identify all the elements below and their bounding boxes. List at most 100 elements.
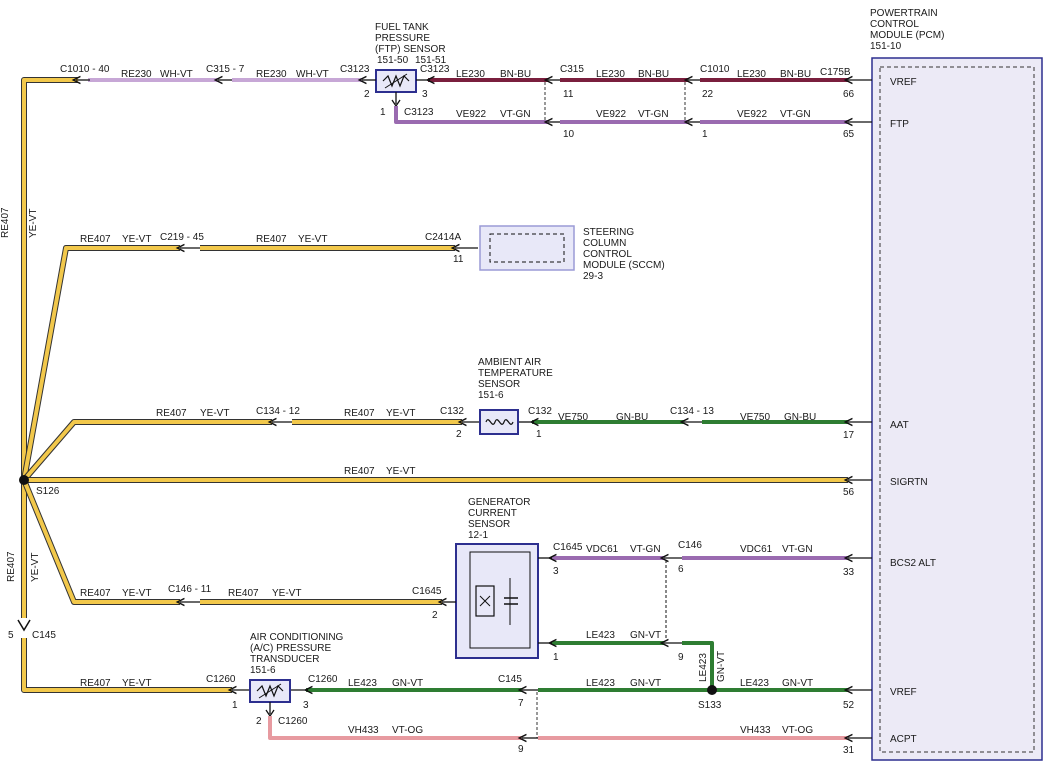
sccm-title-5: 29-3 bbox=[583, 271, 603, 282]
pin-number: 1 bbox=[702, 129, 708, 140]
pin-number: 3 bbox=[553, 566, 559, 577]
splice-s133-label: S133 bbox=[698, 700, 722, 711]
wire-circuit: LE230 bbox=[456, 69, 485, 80]
wire-color: YE-VT bbox=[122, 234, 151, 245]
row-vref-top: C1010 - 40 C315 - 7 C3123 C3123 C315 C10… bbox=[60, 64, 872, 100]
pin-number: 6 bbox=[678, 564, 684, 575]
trunk-upper-circuit: RE407 bbox=[0, 207, 11, 238]
pcm-pin-number: 56 bbox=[843, 487, 855, 498]
wire-color: YE-VT bbox=[122, 588, 151, 599]
wire-color: YE-VT bbox=[200, 408, 229, 419]
pcm-pin-number: 17 bbox=[843, 430, 855, 441]
sccm-title-3: CONTROL bbox=[583, 249, 632, 260]
wire-circuit: VE750 bbox=[558, 412, 588, 423]
wire-circuit: RE407 bbox=[344, 466, 375, 477]
pin-number: 2 bbox=[432, 610, 438, 621]
pin-number: 2 bbox=[364, 89, 370, 100]
trunk-lower-circuit: RE407 bbox=[6, 551, 17, 582]
wire-circuit: RE407 bbox=[344, 408, 375, 419]
row-ftp: C3123 1 10 1 VE922 VT-GN VE922 VT-GN VE9… bbox=[380, 106, 872, 140]
connector-label: C2414A bbox=[425, 232, 461, 243]
ftp-title-2: PRESSURE bbox=[375, 33, 430, 44]
pin-number: 9 bbox=[518, 744, 524, 755]
gcs-title-2: CURRENT bbox=[468, 508, 517, 519]
wire-color: GN-VT bbox=[392, 678, 423, 689]
ftp-ref-2: 151-51 bbox=[415, 55, 447, 66]
row-acpt: 2 C1260 VH433 VT-OG VH433 VT-OG 9 bbox=[256, 716, 872, 755]
wire-circuit: RE230 bbox=[121, 69, 152, 80]
wire-circuit: LE423 bbox=[586, 678, 615, 689]
pin-number: 22 bbox=[702, 89, 714, 100]
acp-title-2: (A/C) PRESSURE bbox=[250, 643, 331, 654]
pin-number: 1 bbox=[232, 700, 238, 711]
pin-number: 2 bbox=[256, 716, 262, 727]
wire-color: BN-BU bbox=[500, 69, 531, 80]
wire-color: WH-VT bbox=[296, 69, 329, 80]
wire-circuit: LE423 bbox=[740, 678, 769, 689]
pin-number: 2 bbox=[456, 429, 462, 440]
pin-number: 3 bbox=[422, 89, 428, 100]
wire-color: VT-OG bbox=[782, 725, 813, 736]
wire-color: GN-VT bbox=[630, 678, 661, 689]
pin-number: 3 bbox=[303, 700, 309, 711]
wire-circuit: VE922 bbox=[596, 109, 626, 120]
ftp-sensor: FUEL TANK PRESSURE (FTP) SENSOR 151-50 1… bbox=[375, 22, 447, 108]
splice-s133-dot bbox=[707, 685, 717, 695]
connector-label: C132 bbox=[440, 406, 464, 417]
pin-number: 11 bbox=[563, 89, 574, 100]
connector-label: C1645 bbox=[412, 586, 442, 597]
pcm-pin-vref-top: VREF bbox=[890, 77, 917, 88]
gcs-title-4: 12-1 bbox=[468, 530, 488, 541]
sccm-title-4: MODULE (SCCM) bbox=[583, 260, 665, 271]
connector-label: C1010 bbox=[700, 64, 730, 75]
wiring-diagram: POWERTRAIN CONTROL MODULE (PCM) 151-10 V… bbox=[0, 8, 1043, 761]
splice-s126-dot bbox=[19, 475, 29, 485]
wire-circuit: LE230 bbox=[596, 69, 625, 80]
wire-circuit: LE423 bbox=[698, 653, 709, 682]
connector-label: C134 - 13 bbox=[670, 406, 714, 417]
ftp-title-3: (FTP) SENSOR bbox=[375, 44, 446, 55]
wire-color: VT-GN bbox=[630, 544, 661, 555]
pcm-pin-bcs2alt: BCS2 ALT bbox=[890, 558, 936, 569]
aat-title-2: TEMPERATURE bbox=[478, 368, 553, 379]
wire-color: GN-VT bbox=[716, 651, 727, 682]
wire-color: VT-GN bbox=[780, 109, 811, 120]
trunk-lower-color: YE-VT bbox=[30, 553, 41, 582]
acp-title-4: 151-6 bbox=[250, 665, 276, 676]
pcm-pin-number: 31 bbox=[843, 745, 855, 756]
gcs-title-1: GENERATOR bbox=[468, 497, 530, 508]
pcm-pin-number: 33 bbox=[843, 567, 855, 578]
wire-circuit: RE407 bbox=[228, 588, 259, 599]
aat-title-4: 151-6 bbox=[478, 390, 504, 401]
wire-circuit: RE407 bbox=[156, 408, 187, 419]
wire-color: GN-VT bbox=[630, 630, 661, 641]
wire-color: YE-VT bbox=[122, 678, 151, 689]
pin-number: 11 bbox=[453, 254, 464, 265]
row-bcs: C1645 VDC61 VT-GN C146 VDC61 VT-GN 3 6 bbox=[538, 540, 872, 640]
c145-pin: 5 bbox=[8, 630, 14, 641]
pcm-title-line-3: MODULE (PCM) bbox=[870, 30, 944, 41]
wire-circuit: VE922 bbox=[456, 109, 486, 120]
c145-label: C145 bbox=[32, 630, 56, 641]
connector-label: C219 - 45 bbox=[160, 232, 204, 243]
wire-color: YE-VT bbox=[298, 234, 327, 245]
wire-circuit: LE423 bbox=[348, 678, 377, 689]
pin-number: 1 bbox=[380, 107, 386, 118]
connector-label: C145 bbox=[498, 674, 522, 685]
acp-title-1: AIR CONDITIONING bbox=[250, 632, 344, 643]
connector-label: C146 - 11 bbox=[168, 584, 212, 595]
connector-label: C146 bbox=[678, 540, 702, 551]
wire-color: GN-BU bbox=[784, 412, 816, 423]
wire-circuit: RE407 bbox=[256, 234, 287, 245]
generator-current-sensor: GENERATOR CURRENT SENSOR 12-1 bbox=[455, 497, 539, 659]
wire-circuit: VDC61 bbox=[586, 544, 619, 555]
connector-label: C132 bbox=[528, 406, 552, 417]
pcm-pin-number: 66 bbox=[843, 89, 855, 100]
connector-label: C1260 bbox=[308, 674, 338, 685]
pcm-pin-number: 65 bbox=[843, 129, 855, 140]
wire-color: YE-VT bbox=[272, 588, 301, 599]
pcm-pin-vref-bottom: VREF bbox=[890, 687, 917, 698]
sccm-title-1: STEERING bbox=[583, 227, 634, 238]
connector-label: C315 - 7 bbox=[206, 64, 245, 75]
pcm-pin-acpt: ACPT bbox=[890, 734, 917, 745]
